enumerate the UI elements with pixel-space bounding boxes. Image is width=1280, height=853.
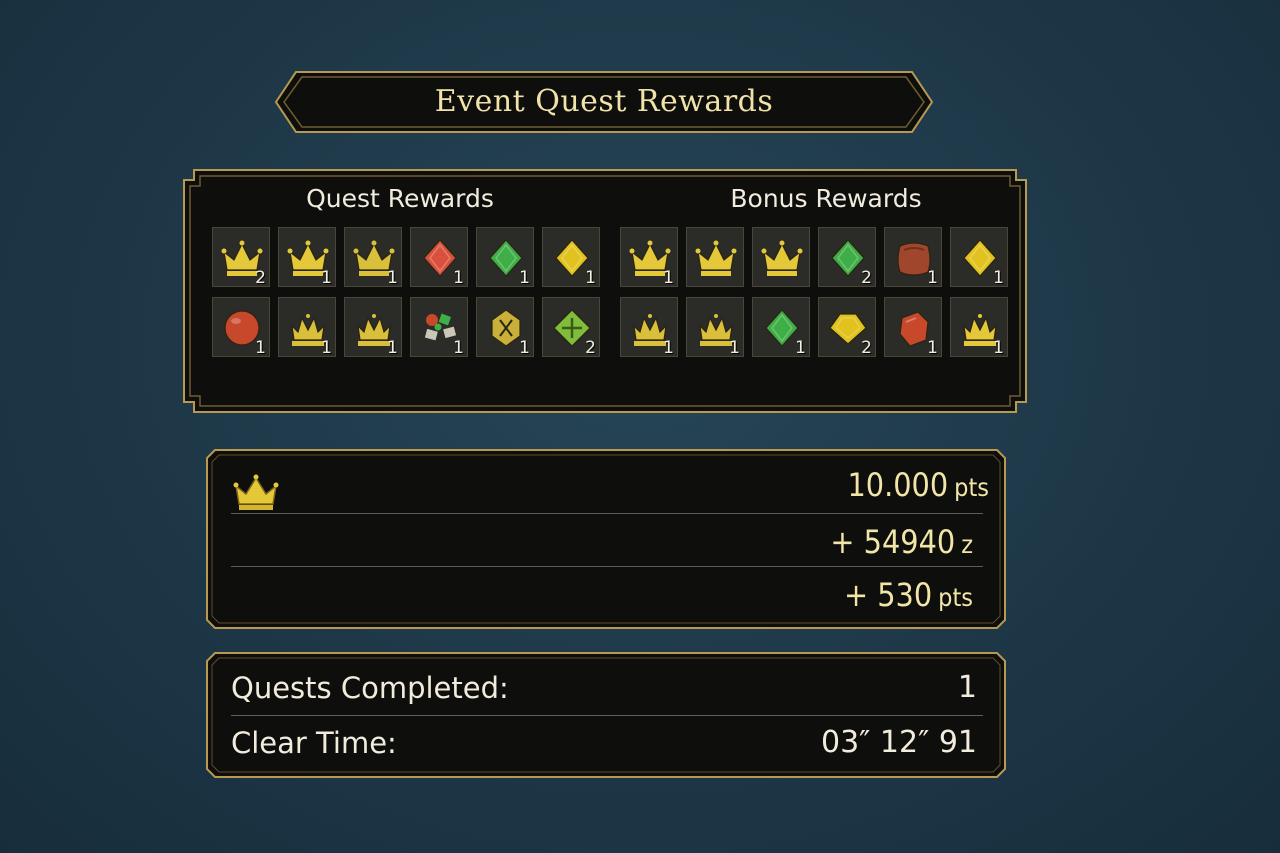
points-panel: 10.000 pts + 54940 z + 530 pts <box>205 448 1007 630</box>
item-quantity: 2 <box>585 338 596 358</box>
item-quantity: 1 <box>453 268 464 288</box>
divider <box>231 566 983 567</box>
quest-reward-item[interactable]: 1 <box>278 227 336 288</box>
bonus-reward-item[interactable]: 1 <box>884 227 942 288</box>
bonus-reward-item[interactable] <box>752 227 810 287</box>
item-quantity: 1 <box>993 338 1004 358</box>
item-quantity: 1 <box>321 268 332 288</box>
quests-completed-label: Quests Completed: <box>231 671 509 705</box>
bonus-reward-item[interactable]: 1 <box>686 297 744 358</box>
quest-reward-item[interactable]: 1 <box>476 297 534 358</box>
item-quantity: 1 <box>519 268 530 288</box>
quest-rewards-heading: Quest Rewards <box>306 184 494 213</box>
item-quantity: 1 <box>927 268 938 288</box>
item-quantity: 1 <box>663 338 674 358</box>
bonus-reward-item[interactable]: 2 <box>818 297 876 358</box>
bonus-reward-item[interactable] <box>686 227 744 287</box>
item-quantity: 1 <box>387 338 398 358</box>
title-banner: Event Quest Rewards <box>274 70 934 134</box>
quest-reward-item[interactable]: 2 <box>542 297 600 358</box>
divider <box>231 715 983 716</box>
item-quantity: 1 <box>729 338 740 358</box>
item-quantity: 1 <box>585 268 596 288</box>
points-bonus-unit: pts <box>938 583 973 612</box>
rewards-panel: Quest Rewards Bonus Rewards 211111111112… <box>180 166 1030 416</box>
item-quantity: 1 <box>387 268 398 288</box>
item-quantity: 2 <box>861 268 872 288</box>
quest-reward-item[interactable]: 1 <box>212 297 270 358</box>
quests-completed-value: 1 <box>957 670 977 705</box>
item-quantity: 1 <box>321 338 332 358</box>
item-quantity: 2 <box>861 338 872 358</box>
quest-reward-item[interactable]: 1 <box>476 227 534 288</box>
bonus-reward-item[interactable]: 1 <box>620 227 678 288</box>
bonus-reward-item[interactable]: 2 <box>818 227 876 288</box>
clear-time-label: Clear Time: <box>231 726 397 760</box>
quest-reward-item[interactable]: 1 <box>278 297 336 358</box>
bonus-rewards-heading: Bonus Rewards <box>730 184 922 213</box>
quest-rewards-grid: 2 1 1 1 1 1 1 1 1 1 1 2 <box>212 227 600 358</box>
zenny-bonus-value: + 54940 <box>830 523 956 561</box>
stats-panel: Quests Completed: 1 Clear Time: 03″ 12″ … <box>205 651 1007 779</box>
points-bonus-value: + 530 <box>843 576 933 614</box>
page-title: Event Quest Rewards <box>434 84 774 119</box>
quest-reward-item[interactable]: 1 <box>410 227 468 288</box>
zenny-bonus: + 54940 z <box>830 523 973 561</box>
item-quantity: 1 <box>795 338 806 358</box>
item-quantity: 1 <box>663 268 674 288</box>
item-quantity: 1 <box>993 268 1004 288</box>
clear-time-value: 03″ 12″ 91 <box>820 725 977 760</box>
quest-reward-item[interactable]: 1 <box>344 227 402 288</box>
quest-reward-item[interactable]: 1 <box>344 297 402 358</box>
points-bonus: + 530 pts <box>844 576 973 614</box>
item-quantity: 2 <box>255 268 266 288</box>
item-quantity: 1 <box>453 338 464 358</box>
divider <box>231 513 983 514</box>
points-total-unit: pts <box>954 473 989 502</box>
bonus-reward-item[interactable]: 1 <box>950 227 1008 288</box>
quest-reward-item[interactable]: 1 <box>542 227 600 288</box>
item-quantity: 1 <box>519 338 530 358</box>
quest-reward-item[interactable]: 2 <box>212 227 270 288</box>
points-total-value: 10.000 <box>847 466 949 504</box>
crown-icon <box>233 472 279 517</box>
zenny-bonus-unit: z <box>961 530 973 559</box>
bonus-rewards-grid: 1 2 1 1 1 1 1 2 1 1 <box>620 227 1008 358</box>
quest-reward-item[interactable]: 1 <box>410 297 468 358</box>
item-quantity: 1 <box>927 338 938 358</box>
bonus-reward-item[interactable]: 1 <box>752 297 810 358</box>
item-quantity: 1 <box>255 338 266 358</box>
points-total: 10.000 pts <box>847 466 989 504</box>
bonus-reward-item[interactable]: 1 <box>950 297 1008 358</box>
bonus-reward-item[interactable]: 1 <box>884 297 942 358</box>
bonus-reward-item[interactable]: 1 <box>620 297 678 358</box>
